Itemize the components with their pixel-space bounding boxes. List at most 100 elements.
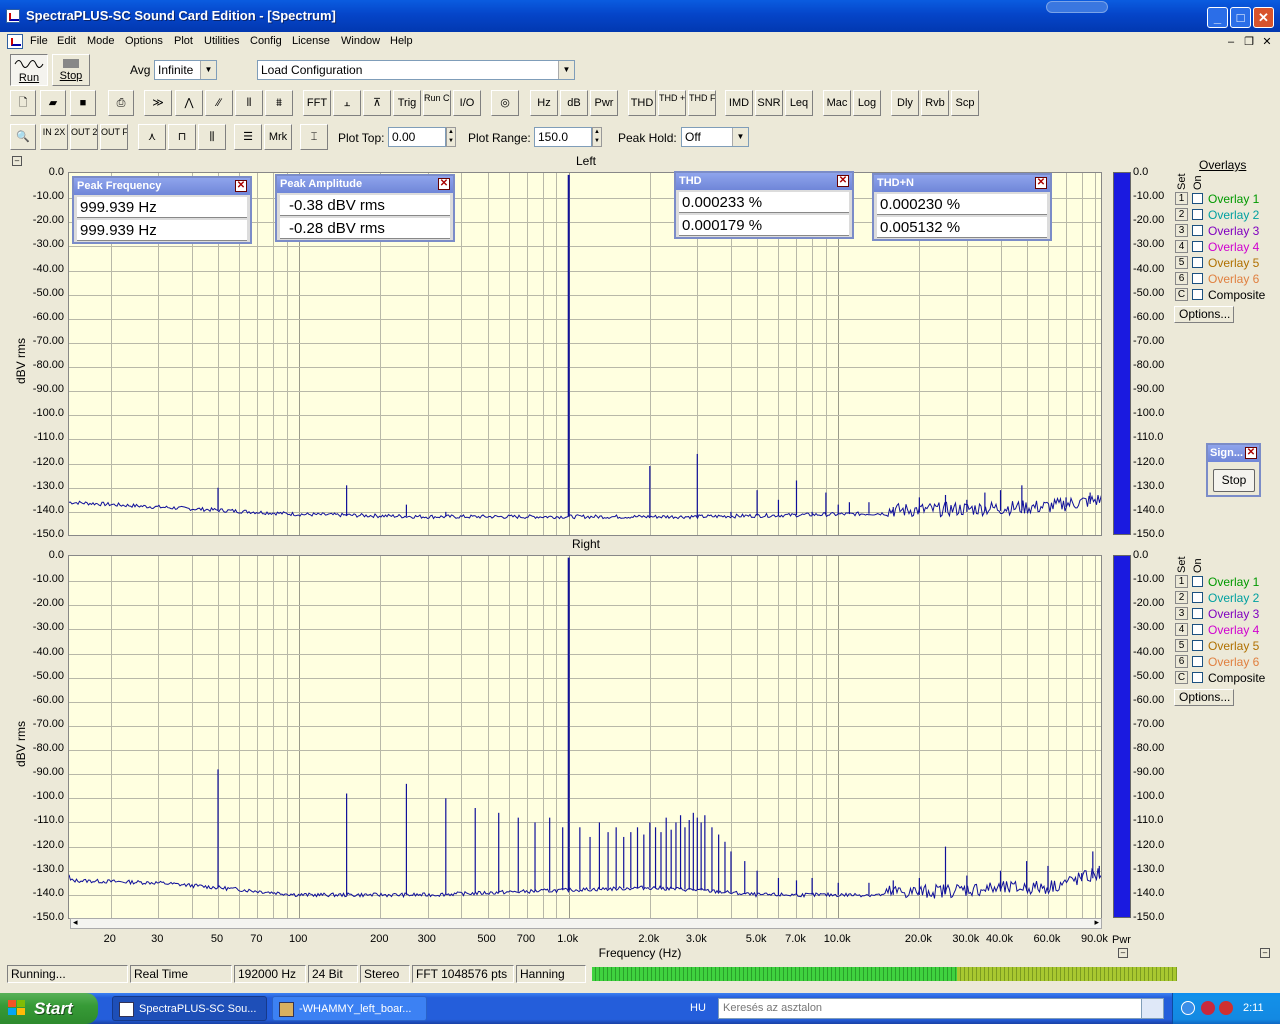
db-button[interactable]: dB xyxy=(560,90,588,116)
overlay-checkbox[interactable] xyxy=(1192,608,1203,619)
overlay-checkbox[interactable] xyxy=(1192,592,1203,603)
close-icon[interactable]: ✕ xyxy=(1035,177,1047,189)
plot-range-input[interactable]: 150.0 xyxy=(534,127,592,147)
overlay-checkbox[interactable] xyxy=(1192,273,1203,284)
overlay-checkbox[interactable] xyxy=(1192,209,1203,220)
overlay-set-button[interactable]: 4 xyxy=(1175,623,1188,636)
marker-button[interactable]: Mrk xyxy=(264,124,292,150)
time-series-button[interactable]: ≫ xyxy=(144,90,172,116)
maximize-button[interactable]: □ xyxy=(1230,7,1251,28)
search-icon[interactable] xyxy=(1141,999,1163,1018)
peak-hold-select[interactable]: Off ▼ xyxy=(681,127,749,147)
overlay-checkbox[interactable] xyxy=(1192,576,1203,587)
bar-plot-button[interactable]: ⊓ xyxy=(168,124,196,150)
close-icon[interactable]: ✕ xyxy=(837,175,849,187)
log-button[interactable]: Log xyxy=(853,90,881,116)
overlay-checkbox[interactable] xyxy=(1192,640,1203,651)
avg-select[interactable]: Infinite ▼ xyxy=(154,60,217,80)
overlay-set-button[interactable]: 1 xyxy=(1175,575,1188,588)
menu-mode[interactable]: Mode xyxy=(87,35,115,47)
app-icon[interactable] xyxy=(6,9,20,23)
overlay-checkbox[interactable] xyxy=(1192,656,1203,667)
overlay-set-button[interactable]: 2 xyxy=(1175,208,1188,221)
mac-button[interactable]: Mac xyxy=(823,90,851,116)
overlay-set-button[interactable]: C xyxy=(1175,288,1188,301)
trig-button[interactable]: Trig xyxy=(393,90,421,116)
overlay-options-button[interactable]: Options... xyxy=(1174,689,1234,706)
overlay-checkbox[interactable] xyxy=(1192,257,1203,268)
right-spectrum-plot[interactable] xyxy=(68,555,1102,919)
minimize-button[interactable]: _ xyxy=(1207,7,1228,28)
overlay-checkbox[interactable] xyxy=(1192,672,1203,683)
overlay-set-button[interactable]: 5 xyxy=(1175,639,1188,652)
menu-options[interactable]: Options xyxy=(125,35,163,47)
menu-help[interactable]: Help xyxy=(390,35,413,47)
scp-button[interactable]: Scp xyxy=(951,90,979,116)
overlay-set-button[interactable]: 6 xyxy=(1175,655,1188,668)
menu-window[interactable]: Window xyxy=(341,35,380,47)
overlay-set-button[interactable]: 3 xyxy=(1175,607,1188,620)
collapse-icon[interactable]: – xyxy=(1118,948,1128,958)
overlay-checkbox[interactable] xyxy=(1192,193,1203,204)
menu-edit[interactable]: Edit xyxy=(57,35,76,47)
collapse-icon[interactable]: – xyxy=(1260,948,1270,958)
task-whammy[interactable]: -WHAMMY_left_boar... xyxy=(272,996,427,1021)
peak-frequency-readout[interactable]: Peak Frequency ✕ 999.939 Hz 999.939 Hz xyxy=(72,176,252,244)
language-indicator[interactable]: HU xyxy=(690,1002,706,1014)
thdn-readout[interactable]: THD+N ✕ 0.000230 % 0.005132 % xyxy=(872,173,1052,241)
overlay-set-button[interactable]: 4 xyxy=(1175,240,1188,253)
open-file-button[interactable]: ▰ xyxy=(40,90,66,116)
overlay-checkbox[interactable] xyxy=(1192,225,1203,236)
run-button[interactable]: Run xyxy=(10,54,48,86)
menu-license[interactable]: License xyxy=(292,35,330,47)
new-file-button[interactable]: 🗋 xyxy=(10,90,36,116)
mdi-minimize-button[interactable]: – xyxy=(1224,35,1238,49)
close-icon[interactable]: ✕ xyxy=(438,178,450,190)
menu-utilities[interactable]: Utilities xyxy=(204,35,239,47)
scroll-left-icon[interactable]: ◂ xyxy=(73,917,78,928)
config-select[interactable]: Load Configuration ▼ xyxy=(257,60,575,80)
cursor-button[interactable]: ⌶ xyxy=(300,124,328,150)
averaging-button[interactable]: ⫠ xyxy=(333,90,361,116)
close-icon[interactable]: ✕ xyxy=(1245,447,1257,459)
close-icon[interactable]: ✕ xyxy=(235,180,247,192)
zoom-button[interactable]: 🔍 xyxy=(10,124,36,150)
desktop-search-input[interactable]: Keresés az asztalon xyxy=(718,998,1164,1019)
dly-button[interactable]: Dly xyxy=(891,90,919,116)
thd-button[interactable]: THD xyxy=(628,90,656,116)
window-function-button[interactable]: ⊼ xyxy=(363,90,391,116)
stop-button[interactable]: Stop xyxy=(52,54,90,86)
imd-button[interactable]: IMD xyxy=(725,90,753,116)
plot-top-spinner[interactable]: ▲ ▼ xyxy=(446,127,456,147)
shield-icon[interactable] xyxy=(1201,1001,1215,1015)
spectrogram-button[interactable]: ⦀ xyxy=(235,90,263,116)
thdn-button[interactable]: THD +N xyxy=(658,90,686,116)
mdi-close-button[interactable]: ✕ xyxy=(1260,35,1274,49)
plot-top-input[interactable]: 0.00 xyxy=(388,127,446,147)
zoom-in-2x-button[interactable]: IN 2X xyxy=(40,124,68,150)
plot-scrollbar[interactable]: ◂ ▸ xyxy=(70,917,1102,929)
zoom-out-2x-button[interactable]: OUT 2X xyxy=(70,124,98,150)
octave-plot-button[interactable]: ⫼ xyxy=(198,124,226,150)
phase-button[interactable]: ∕∕ xyxy=(205,90,233,116)
spectrum-button[interactable]: ⋀ xyxy=(175,90,203,116)
save-button[interactable]: ■ xyxy=(70,90,96,116)
task-spectraplus[interactable]: SpectraPLUS-SC Sou... xyxy=(112,996,267,1021)
leq-button[interactable]: Leq xyxy=(785,90,813,116)
close-button[interactable]: ✕ xyxy=(1253,7,1274,28)
rvb-button[interactable]: Rvb xyxy=(921,90,949,116)
plot-properties-button[interactable]: ☰ xyxy=(234,124,262,150)
menu-plot[interactable]: Plot xyxy=(174,35,193,47)
snr-button[interactable]: SNR xyxy=(755,90,783,116)
thd-freq-button[interactable]: THD Freq xyxy=(688,90,716,116)
zoom-out-full-button[interactable]: OUT FULL xyxy=(100,124,128,150)
overlay-set-button[interactable]: 5 xyxy=(1175,256,1188,269)
security-icon[interactable] xyxy=(1219,1001,1233,1015)
start-button[interactable]: Start xyxy=(0,993,98,1024)
collapse-icon[interactable]: – xyxy=(12,156,22,166)
print-button[interactable]: ⎙ xyxy=(108,90,134,116)
io-button[interactable]: I/O xyxy=(453,90,481,116)
overlay-checkbox[interactable] xyxy=(1192,289,1203,300)
3d-surface-button[interactable]: ⩩ xyxy=(265,90,293,116)
signal-stop-button[interactable]: Stop xyxy=(1213,469,1255,492)
